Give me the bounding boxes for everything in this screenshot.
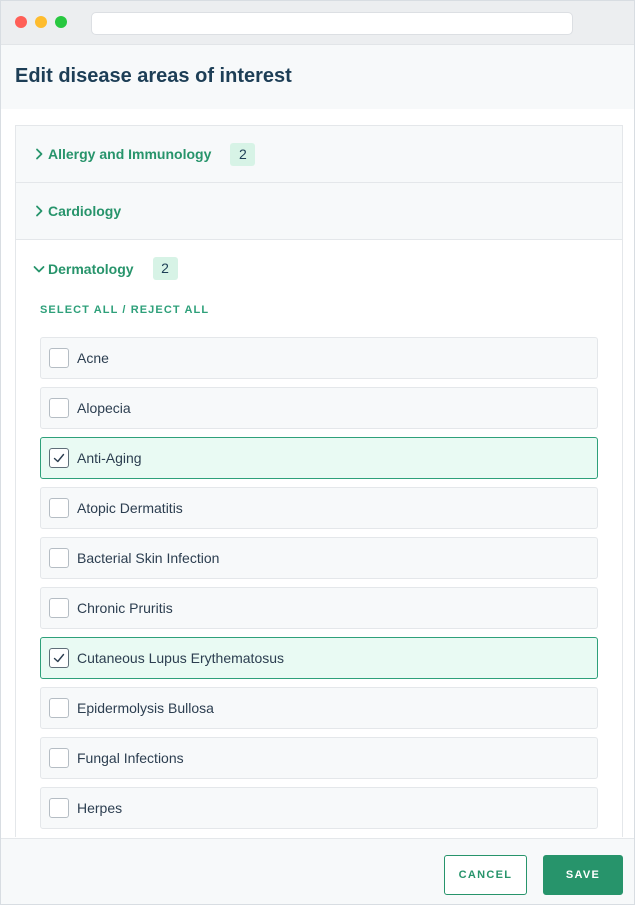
bulk-select-links: SELECT ALL / REJECT ALL (40, 304, 209, 316)
link-separator: / (122, 304, 127, 316)
checkbox[interactable] (49, 448, 69, 468)
accordion-dermatology[interactable]: Dermatology 2 (16, 240, 622, 297)
page-title: Edit disease areas of interest (15, 65, 292, 87)
option-row[interactable]: Anti-Aging (40, 437, 598, 479)
chevron-right-icon (32, 204, 46, 218)
checkbox[interactable] (49, 548, 69, 568)
option-label: Acne (77, 350, 109, 366)
window-close-dot[interactable] (15, 16, 27, 28)
chevron-right-icon (32, 147, 46, 161)
option-row[interactable]: Chronic Pruritis (40, 587, 598, 629)
option-label: Anti-Aging (77, 450, 142, 466)
option-row[interactable]: Epidermolysis Bullosa (40, 687, 598, 729)
option-row[interactable]: Cutaneous Lupus Erythematosus (40, 637, 598, 679)
accordion-label: Dermatology (48, 260, 134, 277)
checkbox[interactable] (49, 698, 69, 718)
option-row[interactable]: Fungal Infections (40, 737, 598, 779)
checkbox[interactable] (49, 398, 69, 418)
option-label: Atopic Dermatitis (77, 500, 183, 516)
select-all-link[interactable]: SELECT ALL (40, 304, 118, 316)
option-row[interactable]: Bacterial Skin Infection (40, 537, 598, 579)
checkbox[interactable] (49, 798, 69, 818)
checkbox[interactable] (49, 598, 69, 618)
option-label: Alopecia (77, 400, 131, 416)
cancel-button[interactable]: CANCEL (444, 855, 527, 895)
save-button[interactable]: SAVE (543, 855, 623, 895)
checkbox[interactable] (49, 748, 69, 768)
check-icon (53, 653, 65, 663)
browser-chrome (1, 1, 634, 45)
accordion-label: Allergy and Immunology (48, 146, 212, 162)
option-row[interactable]: Herpes (40, 787, 598, 829)
selected-count-badge: 2 (230, 142, 256, 166)
checkbox[interactable] (49, 498, 69, 518)
option-label: Chronic Pruritis (77, 600, 173, 616)
chevron-down-icon (32, 262, 46, 276)
option-row[interactable]: Alopecia (40, 387, 598, 429)
option-label: Bacterial Skin Infection (77, 550, 220, 566)
checkbox[interactable] (49, 648, 69, 668)
modal-footer: CANCEL SAVE (1, 838, 634, 904)
option-row[interactable]: Acne (40, 337, 598, 379)
disease-area-panel: Allergy and Immunology 2 Cardiology Derm… (15, 125, 623, 837)
window-maximize-dot[interactable] (55, 16, 67, 28)
accordion-cardiology[interactable]: Cardiology (16, 183, 622, 240)
accordion-label: Cardiology (48, 203, 122, 219)
check-icon (53, 453, 65, 463)
checkbox[interactable] (49, 348, 69, 368)
option-label: Cutaneous Lupus Erythematosus (77, 650, 285, 666)
option-label: Epidermolysis Bullosa (77, 700, 214, 716)
option-label: Fungal Infections (77, 750, 184, 766)
option-row[interactable]: Atopic Dermatitis (40, 487, 598, 529)
reject-all-link[interactable]: REJECT ALL (131, 304, 209, 316)
selected-count-badge: 2 (152, 257, 178, 280)
address-bar[interactable] (91, 12, 573, 35)
window-minimize-dot[interactable] (35, 16, 47, 28)
accordion-allergy-immunology[interactable]: Allergy and Immunology 2 (16, 126, 622, 183)
option-label: Herpes (77, 800, 123, 816)
modal-header: Edit disease areas of interest (1, 45, 634, 109)
